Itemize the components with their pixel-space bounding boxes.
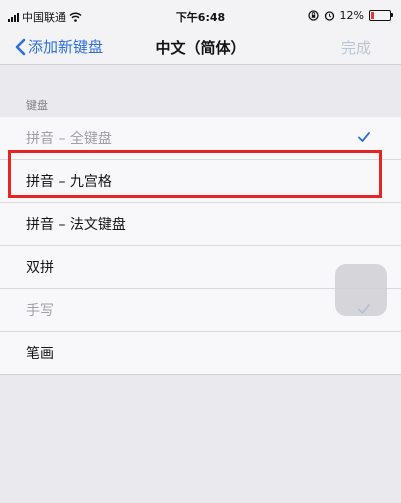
keyboard-option-stroke[interactable]: 笔画 — [0, 332, 401, 375]
back-button[interactable]: 添加新键盘 — [14, 36, 103, 57]
keyboard-option-label: 拼音 – 全键盘 — [26, 131, 112, 147]
battery-fill — [371, 12, 374, 19]
checkmark-icon — [358, 132, 370, 142]
orientation-lock-icon — [307, 10, 319, 21]
keyboard-option-label: 双拼 — [26, 260, 54, 276]
keyboard-option-label: 笔画 — [26, 346, 54, 362]
keyboard-option-label: 手写 — [26, 303, 54, 319]
alarm-icon — [324, 11, 334, 21]
assistive-touch-button[interactable] — [335, 264, 387, 316]
status-bar: 中国联通 下午6:48 12% — [0, 0, 401, 30]
status-right: 12% — [307, 9, 393, 22]
battery-percent: 12% — [339, 9, 364, 22]
keyboard-option-label: 拼音 – 法文键盘 — [26, 217, 126, 233]
highlight-box — [8, 150, 382, 198]
done-button[interactable]: 完成 — [341, 37, 371, 58]
battery-icon — [369, 10, 393, 21]
chevron-left-icon — [15, 38, 26, 55]
navigation-bar: 添加新键盘 中文（简体） 完成 — [0, 30, 401, 65]
section-header-keyboards: 键盘 — [26, 99, 48, 112]
keyboard-option-pinyin-french[interactable]: 拼音 – 法文键盘 — [0, 203, 401, 246]
back-button-label: 添加新键盘 — [28, 38, 104, 56]
